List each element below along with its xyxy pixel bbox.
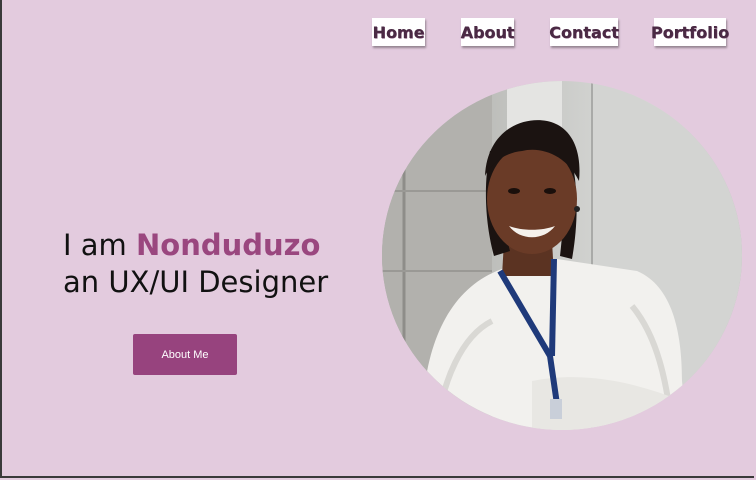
nav-contact-button[interactable]: Contact <box>549 18 619 46</box>
hero-role: an UX/UI Designer <box>63 265 329 299</box>
nav-home-button[interactable]: Home <box>372 18 425 46</box>
about-me-button[interactable]: About Me <box>133 334 237 375</box>
nav-portfolio-button[interactable]: Portfolio <box>651 18 729 46</box>
profile-photo <box>382 81 742 430</box>
hero-name: Nonduduzo <box>136 228 321 262</box>
hero-intro-line: I am Nonduduzo <box>63 228 320 262</box>
hero-intro-text: I am <box>63 228 137 262</box>
nav-about-button[interactable]: About <box>461 18 514 46</box>
